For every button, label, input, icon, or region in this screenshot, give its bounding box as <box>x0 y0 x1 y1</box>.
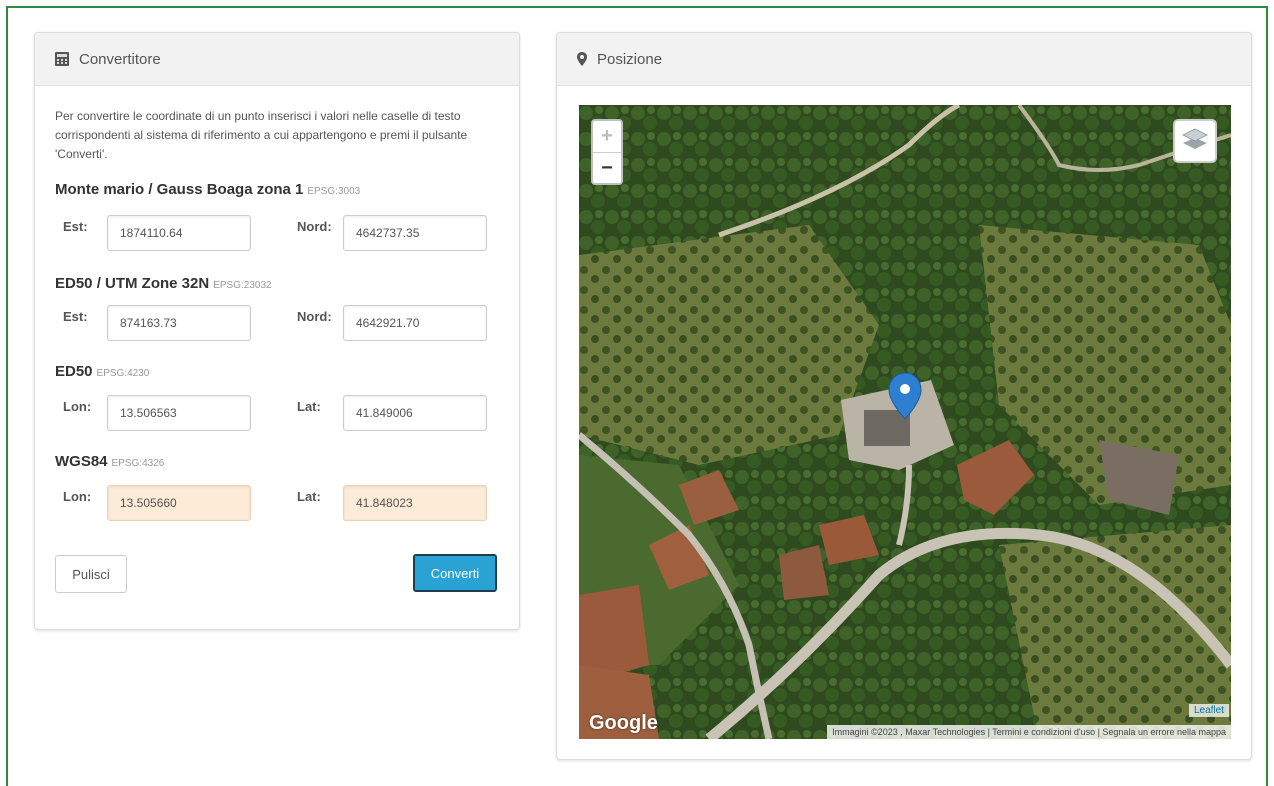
nord-label: Nord: <box>297 219 332 234</box>
satellite-imagery <box>579 105 1231 739</box>
ed50-lat-input[interactable] <box>343 395 487 431</box>
zoom-out-button[interactable]: − <box>593 153 621 184</box>
lat-label: Lat: <box>297 489 321 504</box>
lon-label: Lon: <box>63 489 92 504</box>
nord-label: Nord: <box>297 309 332 324</box>
position-panel: Posizione + − Google Leaflet Immagini ©2… <box>556 32 1252 760</box>
zoom-in-button[interactable]: + <box>593 121 621 153</box>
utm-32n-nord-input[interactable] <box>343 305 487 341</box>
converter-title: Convertitore <box>79 50 161 68</box>
epsg-code: EPSG:23032 <box>213 280 272 291</box>
converter-panel: Convertitore Per convertire le coordinat… <box>34 32 520 630</box>
position-title: Posizione <box>597 50 663 68</box>
lat-label: Lat: <box>297 399 321 414</box>
layers-icon <box>1182 128 1208 155</box>
epsg-code: EPSG:4230 <box>96 368 150 379</box>
lon-label: Lon: <box>63 399 92 414</box>
utm-32n-est-input[interactable] <box>107 305 251 341</box>
satellite-map[interactable]: + − Google Leaflet Immagini ©2023 , Maxa… <box>579 105 1231 739</box>
layers-button[interactable] <box>1173 119 1217 163</box>
system-name: Monte mario / Gauss Boaga zona 1 <box>55 181 304 198</box>
wgs84-lon-input[interactable] <box>107 485 251 521</box>
position-heading: Posizione <box>557 33 1251 86</box>
converter-intro: Per convertire le coordinate di un punto… <box>55 109 468 161</box>
system-name: ED50 / UTM Zone 32N <box>55 275 210 292</box>
ed50-lon-input[interactable] <box>107 395 251 431</box>
gauss-boaga-nord-input[interactable] <box>343 215 487 251</box>
epsg-code: EPSG:4326 <box>111 458 165 469</box>
system-title-gauss-boaga: Monte mario / Gauss Boaga zona 1 EPSG:300… <box>55 181 360 198</box>
system-title-ed50: ED50 EPSG:4230 <box>55 363 149 380</box>
system-title-utm-32n: ED50 / UTM Zone 32N EPSG:23032 <box>55 275 272 292</box>
epsg-code: EPSG:3003 <box>307 186 361 197</box>
est-label: Est: <box>63 219 88 234</box>
zoom-control: + − <box>591 119 623 185</box>
google-logo: Google <box>589 712 658 734</box>
system-title-wgs84: WGS84 EPSG:4326 <box>55 453 164 470</box>
gauss-boaga-est-input[interactable] <box>107 215 251 251</box>
map-attribution[interactable]: Immagini ©2023 , Maxar Technologies | Te… <box>827 725 1231 739</box>
clear-button[interactable]: Pulisci <box>55 555 127 593</box>
leaflet-link[interactable]: Leaflet <box>1188 704 1229 717</box>
map-marker-icon <box>577 52 587 66</box>
converter-heading: Convertitore <box>35 33 519 86</box>
system-name: WGS84 <box>55 453 108 470</box>
calculator-icon <box>55 52 69 66</box>
system-name: ED50 <box>55 363 93 380</box>
est-label: Est: <box>63 309 88 324</box>
convert-button[interactable]: Converti <box>413 554 497 592</box>
wgs84-lat-input[interactable] <box>343 485 487 521</box>
